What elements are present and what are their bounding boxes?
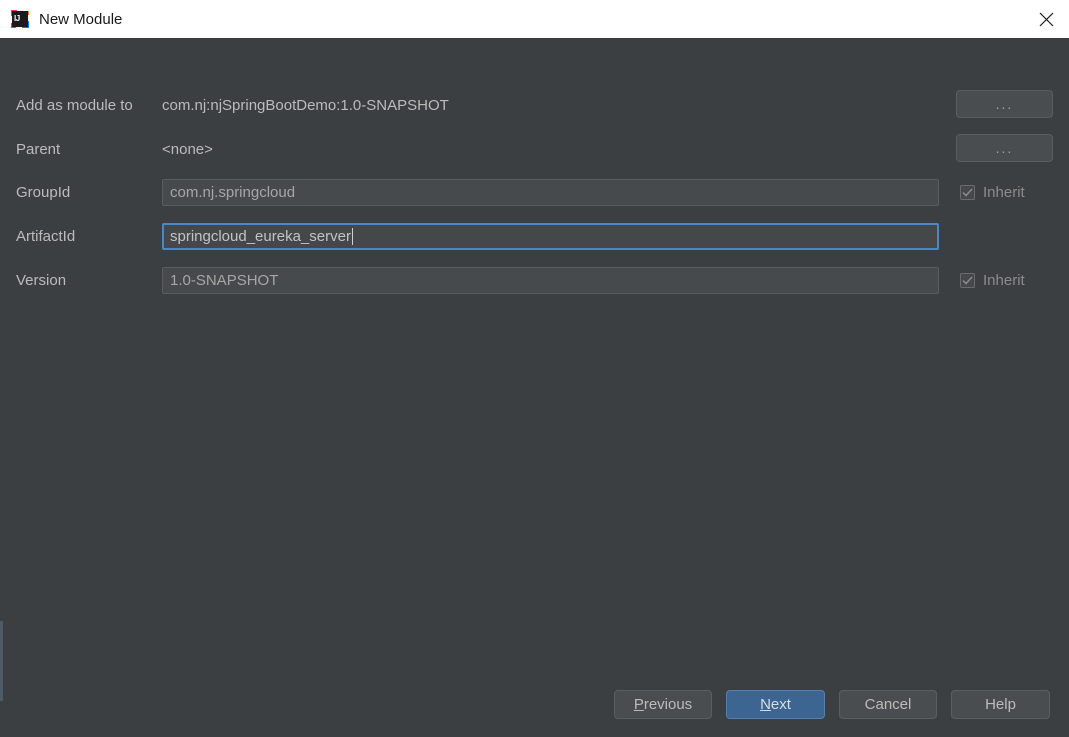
dialog-footer: Previous Next Cancel Help: [0, 673, 1069, 737]
value-parent: <none>: [162, 140, 213, 158]
previous-button-label: revious: [643, 696, 693, 713]
row-artifactid: ArtifactId springcloud_eureka_server: [0, 221, 1069, 251]
row-groupid: GroupId com.nj.springcloud Inherit: [0, 177, 1069, 207]
label-add-as-module-to: Add as module to: [16, 96, 133, 114]
version-input[interactable]: 1.0-SNAPSHOT: [162, 266, 939, 294]
groupid-inherit-checkbox[interactable]: Inherit: [960, 178, 1025, 206]
browse-button-add-as-module-to[interactable]: ...: [956, 90, 1053, 118]
dialog-body: Add as module to com.nj:njSpringBootDemo…: [0, 38, 1069, 737]
cancel-button[interactable]: Cancel: [839, 690, 937, 719]
version-inherit-label: Inherit: [983, 271, 1025, 289]
checkbox-box: [960, 272, 975, 288]
artifactid-input[interactable]: springcloud_eureka_server: [162, 222, 939, 250]
row-version: Version 1.0-SNAPSHOT Inherit: [0, 265, 1069, 295]
next-button-mnemonic: N: [760, 696, 771, 713]
row-parent: Parent <none> ...: [0, 134, 1069, 164]
help-button[interactable]: Help: [951, 690, 1050, 719]
text-caret: [351, 227, 353, 245]
browse-button-parent[interactable]: ...: [956, 134, 1053, 162]
next-button[interactable]: Next: [726, 690, 825, 719]
app-icon-label: IJ: [14, 14, 20, 23]
version-inherit-checkbox[interactable]: Inherit: [960, 266, 1025, 294]
label-version: Version: [16, 271, 67, 289]
window-title: New Module: [39, 10, 123, 28]
label-artifactid: ArtifactId: [16, 227, 76, 245]
title-bar: IJ New Module: [0, 0, 1069, 38]
intellij-idea-icon: IJ: [11, 10, 29, 28]
groupid-inherit-label: Inherit: [983, 183, 1025, 201]
label-parent: Parent: [16, 140, 61, 158]
value-add-as-module-to: com.nj:njSpringBootDemo:1.0-SNAPSHOT: [162, 96, 449, 114]
artifactid-input-value: springcloud_eureka_server: [170, 227, 351, 245]
new-module-dialog: IJ New Module Add as module to com.nj:nj…: [0, 0, 1069, 737]
row-add-as-module-to: Add as module to com.nj:njSpringBootDemo…: [0, 90, 1069, 120]
previous-button[interactable]: Previous: [614, 690, 712, 719]
groupid-input[interactable]: com.nj.springcloud: [162, 178, 939, 206]
close-icon[interactable]: [1023, 0, 1069, 38]
previous-button-mnemonic: P: [633, 696, 644, 713]
checkbox-box: [960, 184, 975, 200]
next-button-label: ext: [770, 696, 791, 713]
label-groupid: GroupId: [16, 183, 71, 201]
